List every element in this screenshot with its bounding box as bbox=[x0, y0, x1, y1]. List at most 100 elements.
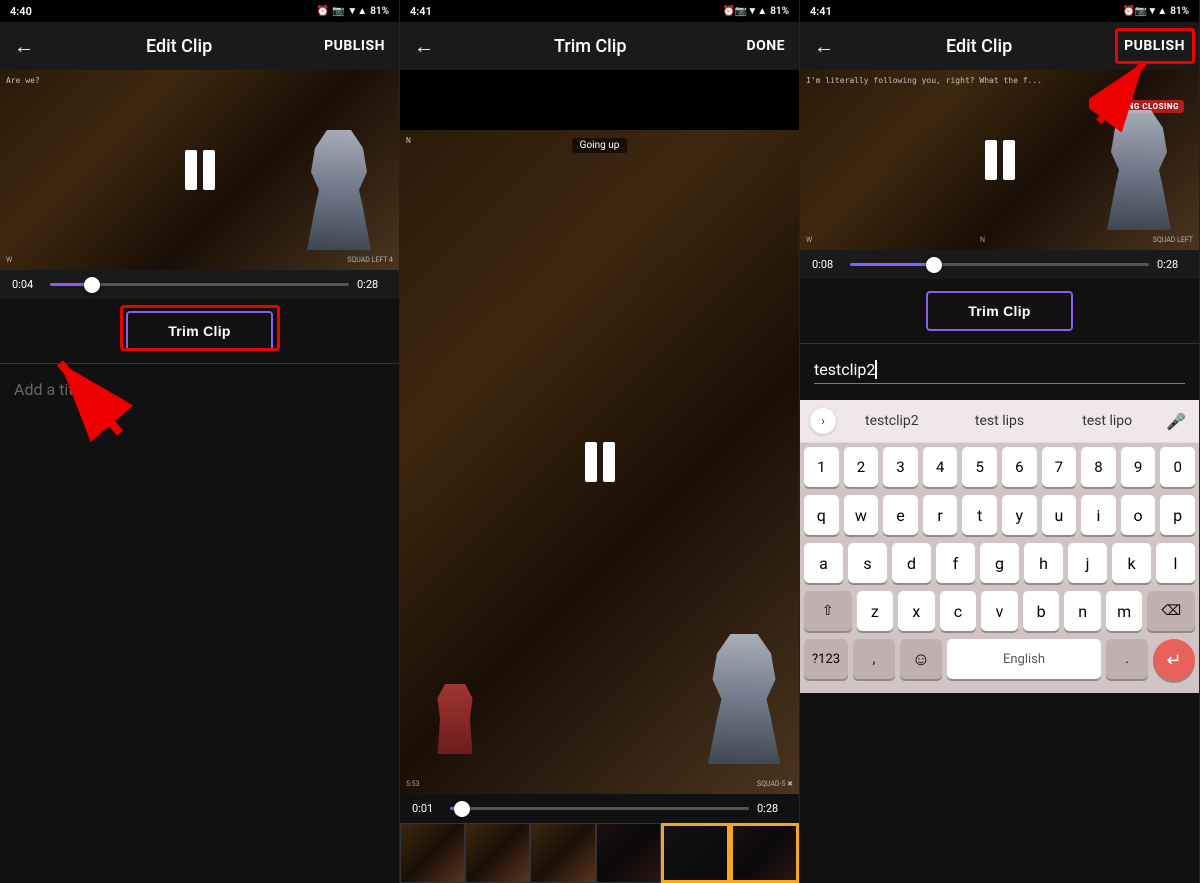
key-c[interactable]: c bbox=[940, 591, 977, 631]
key-1[interactable]: 1 bbox=[804, 447, 839, 487]
key-row-bottom: ?123 , ☺ English . ↵ bbox=[804, 639, 1195, 681]
key-4[interactable]: 4 bbox=[923, 447, 958, 487]
key-9[interactable]: 9 bbox=[1121, 447, 1156, 487]
status-icons-1: ⏰ 📷 ▼▲ 81% bbox=[316, 6, 389, 17]
status-bar-3: 4:41 ⏰📷▼▲ 81% bbox=[800, 0, 1199, 22]
key-space[interactable]: English bbox=[947, 639, 1101, 679]
pause-icon-2[interactable] bbox=[585, 442, 615, 482]
key-t[interactable]: t bbox=[962, 495, 997, 535]
title-input-area-3[interactable]: testclip2 bbox=[800, 343, 1199, 400]
key-symbols[interactable]: ?123 bbox=[804, 639, 848, 679]
key-backspace[interactable]: ⌫ bbox=[1147, 591, 1195, 631]
back-button-3[interactable]: ← bbox=[814, 34, 834, 59]
mic-icon[interactable]: 🎤 bbox=[1163, 408, 1189, 434]
key-0[interactable]: 0 bbox=[1160, 447, 1195, 487]
key-z[interactable]: z bbox=[857, 591, 894, 631]
key-g[interactable]: g bbox=[980, 543, 1019, 583]
game-ui-1: W SQUAD LEFT 4 bbox=[6, 256, 393, 264]
trim-video-area-2: Going up N 5:53 SQUAD-5 ✖ bbox=[400, 130, 799, 794]
key-o[interactable]: o bbox=[1121, 495, 1156, 535]
title-value-3: testclip2 bbox=[814, 360, 875, 379]
trim-clip-button-1[interactable]: Trim Clip bbox=[126, 311, 273, 351]
key-j[interactable]: j bbox=[1068, 543, 1107, 583]
scrubber-3[interactable]: 0:08 0:28 bbox=[800, 250, 1199, 279]
key-y[interactable]: y bbox=[1002, 495, 1037, 535]
scrubber-thumb-3[interactable] bbox=[926, 257, 942, 273]
status-time-2: 4:41 bbox=[410, 5, 432, 18]
key-l[interactable]: l bbox=[1156, 543, 1195, 583]
key-e[interactable]: e bbox=[883, 495, 918, 535]
battery-2: 81% bbox=[770, 6, 789, 17]
key-r[interactable]: r bbox=[923, 495, 958, 535]
key-8[interactable]: 8 bbox=[1081, 447, 1116, 487]
scrubber-thumb-2[interactable] bbox=[454, 801, 470, 817]
scrubber-thumb-1[interactable] bbox=[84, 277, 100, 293]
top-bar-3: ← Edit Clip PUBLISH bbox=[800, 22, 1199, 70]
back-button-2[interactable]: ← bbox=[414, 34, 434, 59]
key-enter[interactable]: ↵ bbox=[1153, 639, 1195, 681]
key-s[interactable]: s bbox=[848, 543, 887, 583]
key-6[interactable]: 6 bbox=[1002, 447, 1037, 487]
key-m[interactable]: m bbox=[1106, 591, 1143, 631]
key-d[interactable]: d bbox=[892, 543, 931, 583]
publish-button-1[interactable]: PUBLISH bbox=[324, 38, 385, 54]
back-button-1[interactable]: ← bbox=[14, 34, 34, 59]
thumb-cell-5[interactable] bbox=[661, 823, 730, 883]
title-placeholder-1[interactable]: Add a title bbox=[14, 380, 385, 399]
video-area-3: I'm literally following you, right? What… bbox=[800, 70, 1199, 250]
thumb-cell-4[interactable] bbox=[596, 823, 661, 883]
key-5[interactable]: 5 bbox=[962, 447, 997, 487]
scrubber-track-2[interactable] bbox=[450, 807, 749, 810]
key-row-asdf: a s d f g h j k l bbox=[804, 543, 1195, 583]
publish-button-3[interactable]: PUBLISH bbox=[1124, 38, 1185, 54]
status-bar-1: 4:40 ⏰ 📷 ▼▲ 81% bbox=[0, 0, 399, 22]
trim-clip-button-3[interactable]: Trim Clip bbox=[926, 291, 1073, 331]
scrubber-track-3[interactable] bbox=[850, 263, 1149, 266]
scrubber-end-2: 0:28 bbox=[757, 802, 787, 815]
pause-icon-3[interactable] bbox=[985, 140, 1015, 180]
black-top-2 bbox=[400, 70, 799, 130]
key-b[interactable]: b bbox=[1023, 591, 1060, 631]
suggestion-expand-btn[interactable]: › bbox=[810, 408, 836, 434]
key-period[interactable]: . bbox=[1106, 639, 1148, 679]
key-2[interactable]: 2 bbox=[844, 447, 879, 487]
key-x[interactable]: x bbox=[898, 591, 935, 631]
scrubber-track-1[interactable] bbox=[50, 283, 349, 286]
key-i[interactable]: i bbox=[1081, 495, 1116, 535]
suggestion-2[interactable]: test lips bbox=[948, 409, 1052, 433]
suggestion-1[interactable]: testclip2 bbox=[840, 409, 944, 433]
key-f[interactable]: f bbox=[936, 543, 975, 583]
key-h[interactable]: h bbox=[1024, 543, 1063, 583]
key-7[interactable]: 7 bbox=[1042, 447, 1077, 487]
key-a[interactable]: a bbox=[804, 543, 843, 583]
scrubber-1[interactable]: 0:04 0:28 bbox=[0, 270, 399, 299]
key-shift[interactable]: ⇧ bbox=[804, 591, 852, 631]
thumb-cell-3[interactable] bbox=[530, 823, 595, 883]
key-p[interactable]: p bbox=[1160, 495, 1195, 535]
key-row-zxcv: ⇧ z x c v b n m ⌫ bbox=[804, 591, 1195, 631]
done-button-2[interactable]: DONE bbox=[746, 38, 785, 54]
pause-icon-1[interactable] bbox=[185, 150, 215, 190]
key-u[interactable]: u bbox=[1042, 495, 1077, 535]
scrubber-time-3: 0:08 bbox=[812, 258, 842, 271]
key-n[interactable]: n bbox=[1064, 591, 1101, 631]
key-3[interactable]: 3 bbox=[883, 447, 918, 487]
scrubber-2[interactable]: 0:01 0:28 bbox=[400, 794, 799, 823]
video-placeholder-1: Are we? W SQUAD LEFT 4 bbox=[0, 70, 399, 270]
key-v[interactable]: v bbox=[981, 591, 1018, 631]
cursor-3 bbox=[875, 360, 877, 379]
key-comma[interactable]: , bbox=[853, 639, 895, 679]
thumb-cell-6[interactable] bbox=[730, 823, 799, 883]
suggestion-3[interactable]: test lipo bbox=[1055, 409, 1159, 433]
key-q[interactable]: q bbox=[804, 495, 839, 535]
thumb-strip-2 bbox=[400, 823, 799, 883]
game-top-text-3: I'm literally following you, right? What… bbox=[806, 76, 1193, 85]
thumb-cell-2[interactable] bbox=[465, 823, 530, 883]
key-k[interactable]: k bbox=[1112, 543, 1151, 583]
thumb-cell-1[interactable] bbox=[400, 823, 465, 883]
title-text-3[interactable]: testclip2 bbox=[814, 360, 1185, 379]
key-emoji[interactable]: ☺ bbox=[900, 639, 942, 679]
top-bar-1: ← Edit Clip PUBLISH bbox=[0, 22, 399, 70]
status-icons-2: ⏰📷▼▲ 81% bbox=[722, 6, 789, 17]
key-w[interactable]: w bbox=[844, 495, 879, 535]
